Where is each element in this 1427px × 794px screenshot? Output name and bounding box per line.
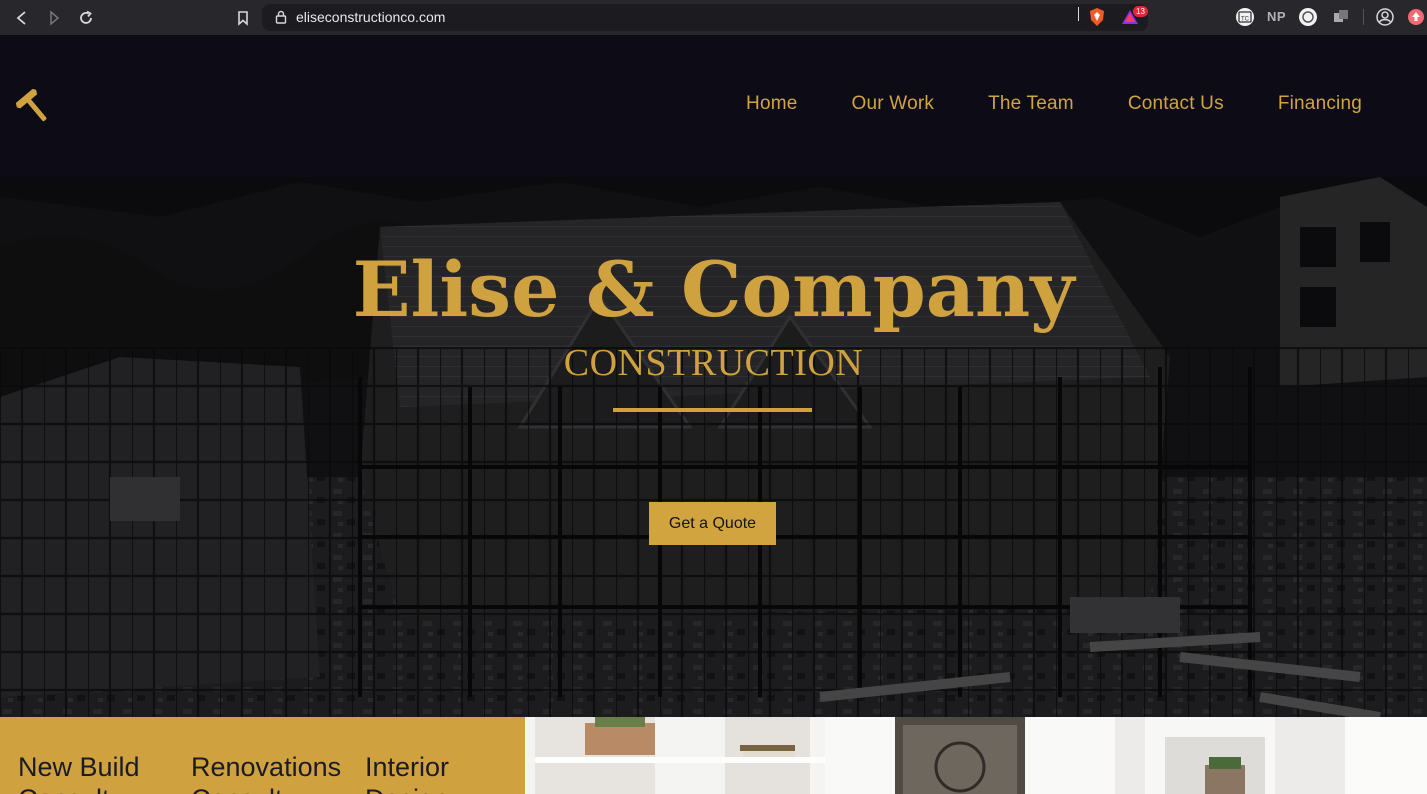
hero-subtitle: CONSTRUCTION [563,342,864,384]
timezone-extension-icon[interactable]: TC [1235,7,1255,27]
service-subtitle: Consult [18,783,140,794]
service-interior[interactable]: Interior Design [365,751,449,794]
hero-section: Elise & Company CONSTRUCTION Get a Quote [0,177,1427,717]
hammer-icon[interactable] [14,88,54,124]
hero-title: Elise & Company [352,245,1075,334]
browser-toolbar: eliseconstructionco.com 13 TC NP [0,0,1427,35]
reload-icon [80,10,92,24]
address-bar[interactable]: eliseconstructionco.com [262,4,1148,31]
site-header: Home Our Work The Team Contact Us Financ… [0,35,1427,177]
forward-arrow-icon [50,10,60,26]
update-icon[interactable] [1406,7,1426,27]
circle-extension-icon[interactable] [1298,7,1318,27]
rewards-badge: 13 [1133,6,1148,17]
service-title: New Build [18,752,140,782]
forward-button[interactable] [43,7,65,29]
bookmark-button[interactable] [232,7,254,29]
service-title: Renovations [191,752,342,782]
nav-financing[interactable]: Financing [1278,93,1362,115]
lock-icon [275,10,287,24]
nav-contact-us[interactable]: Contact Us [1128,93,1224,115]
bookmark-icon [238,11,248,26]
reload-button[interactable] [75,7,97,29]
svg-text:TC: TC [1241,17,1250,23]
service-renovations[interactable]: Renovations Consult [191,751,341,794]
interior-photo [525,717,1427,794]
services-strip: New Build Consult Renovations Consult In… [0,717,525,794]
nav-our-work[interactable]: Our Work [852,93,935,115]
back-button[interactable] [11,7,33,29]
get-quote-button[interactable]: Get a Quote [649,502,776,545]
service-subtitle: Design [365,783,449,794]
np-extension-icon[interactable]: NP [1267,9,1286,24]
nav-home[interactable]: Home [746,93,797,115]
extensions-icon[interactable] [1331,7,1351,27]
service-title: Interior [365,752,450,782]
address-divider [1078,7,1079,21]
url-text[interactable]: eliseconstructionco.com [296,9,445,25]
back-arrow-icon [16,11,26,25]
service-new-build[interactable]: New Build Consult [18,751,140,794]
brave-shield-icon[interactable] [1087,7,1107,27]
hero-divider [613,408,812,412]
main-nav: Home Our Work The Team Contact Us Financ… [692,93,1362,115]
interior-shelves-image [525,717,1427,794]
service-subtitle: Consult [191,783,341,794]
profile-icon[interactable] [1375,7,1395,27]
toolbar-divider [1363,9,1364,25]
nav-the-team[interactable]: The Team [988,93,1074,115]
